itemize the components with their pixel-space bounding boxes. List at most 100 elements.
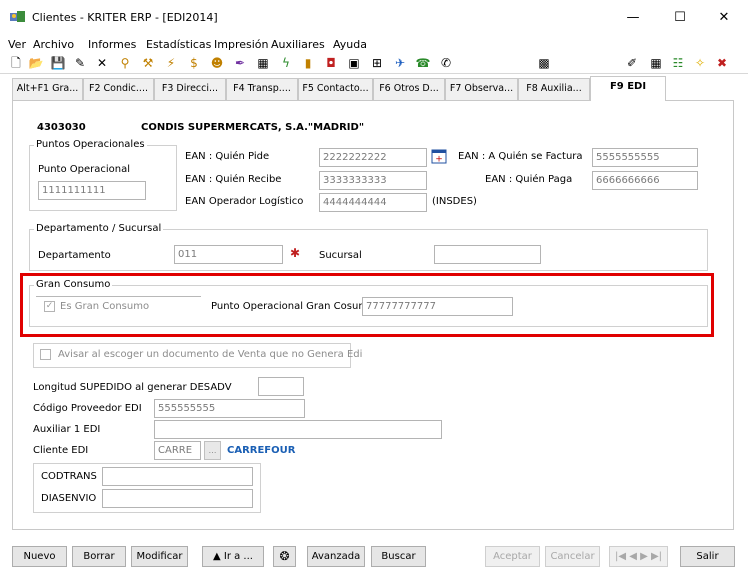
tab-edi[interactable]: F9 EDI	[590, 76, 666, 101]
longitud-supedido-label: Longitud SUPEDIDO al generar DESADV	[33, 382, 232, 393]
cliente-edi-link[interactable]: CARREFOUR	[227, 445, 295, 456]
ean-quien-recibe-input[interactable]: 3333333333	[319, 171, 427, 190]
codigo-proveedor-label: Código Proveedor EDI	[33, 403, 142, 414]
codtrans-label: CODTRANS	[41, 471, 97, 482]
menu-auxiliares[interactable]: Auxiliares	[271, 38, 325, 51]
department-lookup-icon[interactable]: ✱	[290, 246, 304, 260]
ean-quien-pide-input[interactable]: 2222222222	[319, 148, 427, 167]
menu-estadisticas[interactable]: Estadísticas	[146, 38, 211, 51]
insdes-note: (INSDES)	[432, 196, 477, 207]
tab-auxiliares[interactable]: F8 Auxilia...	[518, 78, 590, 100]
svg-text:+: +	[435, 155, 443, 165]
es-gran-consumo-label: Es Gran Consumo	[60, 301, 150, 312]
departamento-input[interactable]: 011	[174, 245, 283, 264]
nuevo-button[interactable]: Nuevo	[12, 546, 67, 567]
puntos-operacionales-legend: Puntos Operacionales	[34, 139, 147, 150]
cliente-edi-lookup-button[interactable]: …	[204, 441, 221, 460]
calculator-icon[interactable]: ▩	[536, 55, 552, 71]
numeric-icon[interactable]: ⊞	[369, 55, 385, 71]
menu-archivo[interactable]: Archivo	[33, 38, 74, 51]
avisar-checkbox[interactable]	[40, 349, 51, 360]
paperclip-icon[interactable]: ✐	[624, 55, 640, 71]
punto-operacional-gran-consumo-input[interactable]: 77777777777	[362, 297, 513, 316]
ir-a-button[interactable]: ▲ Ir a ...	[202, 546, 264, 567]
borrar-button[interactable]: Borrar	[72, 546, 126, 567]
buscar-button[interactable]: Buscar	[371, 546, 426, 567]
menu-impresion[interactable]: Impresión	[214, 38, 268, 51]
delete-icon[interactable]: ✕	[94, 55, 110, 71]
user-icon[interactable]: ☻	[209, 55, 225, 71]
ean-operador-logistico-label: EAN Operador Logístico	[185, 196, 304, 207]
phone-icon[interactable]: ☎	[415, 55, 431, 71]
aceptar-button[interactable]: Aceptar	[485, 546, 540, 567]
menu-ver[interactable]: Ver	[8, 38, 26, 51]
app-icon	[10, 11, 25, 22]
diasenvio-input[interactable]	[102, 489, 253, 508]
flash-icon[interactable]: ϟ	[278, 55, 294, 71]
menu-informes[interactable]: Informes	[88, 38, 136, 51]
longitud-supedido-input[interactable]	[258, 377, 304, 396]
pen-icon[interactable]: ✒	[232, 55, 248, 71]
modificar-button[interactable]: Modificar	[131, 546, 188, 567]
ean-operador-logistico-input[interactable]: 4444444444	[319, 193, 427, 212]
tab-condiciones[interactable]: F2 Condic....	[83, 78, 154, 100]
record-navigation-buttons[interactable]: |◀ ◀ ▶ ▶|	[609, 546, 668, 567]
es-gran-consumo-checkbox[interactable]: ✓	[44, 301, 55, 312]
ean-a-quien-factura-input[interactable]: 5555555555	[592, 148, 698, 167]
fingerprint-icon: ❂	[279, 549, 290, 563]
puntos-operacionales-group	[29, 145, 177, 211]
tab-otros-datos[interactable]: F6 Otros D...	[373, 78, 445, 100]
ean-quien-paga-input[interactable]: 6666666666	[592, 171, 698, 190]
cliente-edi-label: Cliente EDI	[33, 445, 89, 456]
lightbulb-icon[interactable]: ✧	[692, 55, 708, 71]
codigo-proveedor-input[interactable]: 555555555	[154, 399, 305, 418]
minimize-button[interactable]: —	[613, 6, 653, 30]
codtrans-input[interactable]	[102, 467, 253, 486]
tab-contactos[interactable]: F5 Contacto...	[298, 78, 373, 100]
tree-icon[interactable]: ☷	[670, 55, 686, 71]
open-folder-icon[interactable]: 📂	[28, 55, 44, 71]
avanzada-button[interactable]: Avanzada	[307, 546, 365, 567]
departamento-sucursal-group	[29, 229, 708, 271]
window-icon[interactable]: ▣	[346, 55, 362, 71]
calendar-picker-icon[interactable]: +	[431, 148, 447, 164]
tab-transporte[interactable]: F4 Transp....	[226, 78, 298, 100]
wand-icon[interactable]: ⚡	[163, 55, 179, 71]
tab-general[interactable]: Alt+F1 Gra...	[12, 78, 83, 100]
window-title: Clientes - KRITER ERP - [EDI2014]	[32, 11, 218, 24]
maximize-button[interactable]: ☐	[660, 6, 700, 30]
contact-icon[interactable]: ✆	[438, 55, 454, 71]
menu-ayuda[interactable]: Ayuda	[333, 38, 367, 51]
cancelar-button[interactable]: Cancelar	[545, 546, 600, 567]
tab-observaciones[interactable]: F7 Observa...	[445, 78, 518, 100]
ean-quien-pide-label: EAN : Quién Pide	[185, 151, 270, 162]
cliente-edi-input[interactable]: CARRE	[154, 441, 201, 460]
fingerprint-button[interactable]: ❂	[273, 546, 296, 567]
auxiliar-edi-label: Auxiliar 1 EDI	[33, 424, 101, 435]
edit-icon[interactable]: ✎	[72, 55, 88, 71]
tab-direcciones[interactable]: F3 Direcci...	[154, 78, 226, 100]
chart-icon[interactable]: ▮	[300, 55, 316, 71]
camera-icon[interactable]: ◘	[323, 55, 339, 71]
ean-quien-paga-label: EAN : Quién Paga	[485, 174, 573, 185]
calendar-icon[interactable]: ▦	[255, 55, 271, 71]
client-code: 4303030	[37, 122, 86, 133]
ean-quien-recibe-label: EAN : Quién Recibe	[185, 174, 282, 185]
tag-icon[interactable]: ✈	[392, 55, 408, 71]
checkbox-frame-line	[36, 296, 201, 297]
salir-button[interactable]: Salir	[680, 546, 735, 567]
sucursal-input[interactable]	[434, 245, 541, 264]
filter-icon[interactable]: ⚲	[117, 55, 133, 71]
punto-operacional-input[interactable]: 1111111111	[38, 181, 146, 200]
departamento-sucursal-legend: Departamento / Sucursal	[34, 223, 164, 234]
diasenvio-label: DIASENVIO	[41, 493, 97, 504]
punto-operacional-gran-consumo-label: Punto Operacional Gran Cosumo	[211, 301, 375, 312]
auxiliar-edi-input[interactable]	[154, 420, 442, 439]
new-document-icon[interactable]: 🗋	[8, 55, 24, 71]
tools-icon[interactable]: ⚒	[140, 55, 156, 71]
exit-icon[interactable]: ✖	[714, 55, 730, 71]
currency-icon[interactable]: $	[186, 55, 202, 71]
save-icon[interactable]: 💾	[50, 55, 66, 71]
grid-icon[interactable]: ▦	[648, 55, 664, 71]
close-button[interactable]: ✕	[704, 6, 744, 30]
